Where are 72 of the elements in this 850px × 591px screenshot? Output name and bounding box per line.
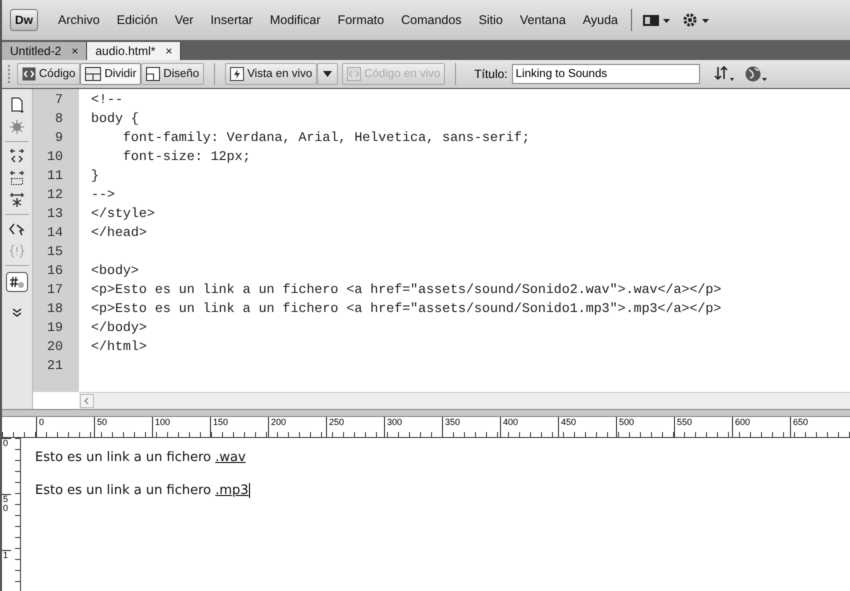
arrow-cursor-icon[interactable]	[9, 221, 25, 237]
view-button[interactable]: Código	[17, 63, 80, 85]
line-number: 10	[46, 149, 64, 164]
gear-icon[interactable]	[682, 12, 712, 28]
line-number: 20	[46, 339, 64, 354]
menu-item[interactable]: Ventana	[512, 13, 575, 27]
view-button[interactable]: Diseño	[141, 63, 204, 85]
scroll-left-icon[interactable]	[80, 394, 94, 408]
file-icon[interactable]	[9, 97, 25, 113]
line-number: 16	[46, 263, 64, 278]
code-brackets-icon	[347, 67, 362, 81]
view-button[interactable]: Dividir	[80, 63, 142, 85]
menu-item[interactable]: Ayuda	[574, 13, 627, 27]
code-line: <body>	[90, 263, 139, 278]
code-line: }	[90, 168, 99, 183]
menu-item[interactable]: Sitio	[470, 13, 512, 27]
code-line: </html>	[90, 339, 147, 354]
vertical-ruler: 0 50 1	[2, 438, 21, 591]
expand-icon[interactable]	[9, 192, 25, 208]
dropdown-button[interactable]	[317, 63, 338, 85]
line-number: 21	[46, 358, 64, 373]
title-field[interactable]: Linking to Sounds	[512, 64, 700, 84]
document-tab[interactable]: Untitled-2 ×	[2, 42, 88, 60]
document-tab[interactable]: audio.html* ×	[87, 42, 182, 60]
code-line: <p>Esto es un link a un fichero <a href="assets/sound/Sonido2.wav">.wav</a></p>	[90, 282, 722, 297]
chevron-down-icon[interactable]	[12, 308, 22, 318]
menu-item[interactable]: Formato	[330, 13, 394, 27]
line-number: 11	[46, 168, 64, 183]
globe-icon[interactable]	[744, 65, 768, 83]
menu-item[interactable]: Modificar	[262, 13, 330, 27]
code-brackets-icon	[22, 67, 36, 81]
line-number: 17	[46, 282, 64, 297]
design-view-icon	[146, 67, 160, 81]
app-logo[interactable]: Dw	[10, 9, 38, 31]
horizontal-ruler: 0 50 100 150 200 250 300 350 400 450 500 550 600 650	[2, 417, 850, 438]
line-number: 15	[46, 244, 64, 259]
line-number: 9	[54, 130, 64, 145]
collapse-icon[interactable]	[9, 148, 25, 164]
live-view-button[interactable]: Vista en vivo	[225, 63, 318, 85]
menu-item[interactable]: Archivo	[50, 13, 109, 27]
code-line: body {	[90, 111, 139, 126]
paragraph: Esto es un link a un fichero .mp3	[35, 483, 250, 498]
line-number: 18	[46, 301, 64, 316]
link[interactable]: .wav	[215, 450, 246, 465]
line-number: 14	[46, 225, 64, 240]
line-number: 13	[46, 206, 64, 221]
code-line: </head>	[90, 225, 147, 240]
menu-item[interactable]: Ver	[166, 13, 202, 27]
hash-icon[interactable]	[6, 272, 28, 292]
menu-item[interactable]: Insertar	[202, 13, 262, 27]
lightning-icon	[230, 67, 244, 81]
split-view-icon	[85, 67, 102, 81]
caret-icon	[323, 71, 332, 77]
title-label: Título:	[474, 67, 508, 81]
code-line: font-family: Verdana, Arial, Helvetica, sans-serif;	[122, 130, 530, 145]
code-line: </body>	[90, 320, 147, 335]
menu-item[interactable]: Edición	[108, 13, 167, 27]
code-line: font-size: 12px;	[122, 149, 251, 164]
code-line: <p>Esto es un link a un fichero <a href="assets/sound/Sonido1.mp3">.mp3</a></p>	[90, 301, 722, 316]
horizontal-scrollbar[interactable]	[79, 392, 850, 409]
paragraph: Esto es un link a un fichero .wav	[35, 450, 247, 465]
line-number: 19	[46, 320, 64, 335]
link[interactable]: .mp3	[215, 483, 249, 498]
code-line: </style>	[90, 206, 155, 221]
line-number: 7	[54, 92, 64, 107]
select-block-icon[interactable]	[9, 170, 25, 186]
line-number: 8	[54, 111, 64, 126]
line-number: 12	[46, 187, 64, 202]
code-line: <!--	[90, 92, 123, 107]
layout-icon[interactable]	[642, 13, 672, 27]
menu-item[interactable]: Comandos	[393, 13, 471, 27]
code-line: -->	[90, 187, 115, 202]
